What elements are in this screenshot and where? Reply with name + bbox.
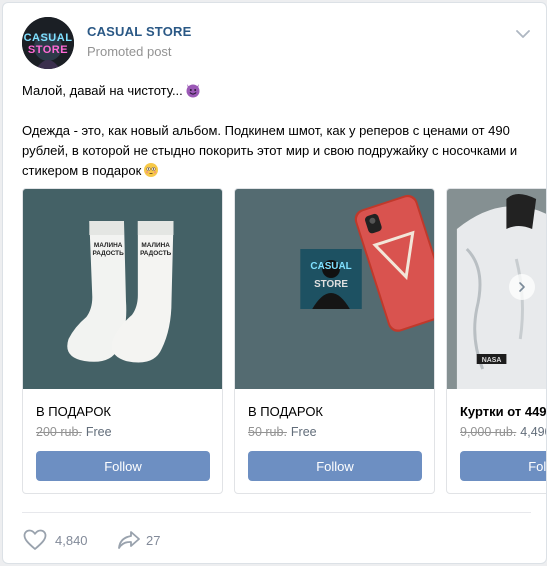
- product-card[interactable]: NASA Куртки от 4490 9,000 rub.4,490 Foll…: [446, 188, 546, 494]
- product-card[interactable]: МАЛИНА РАДОСТЬ МАЛИНА РАДОСТЬ В ПОДАРОК …: [22, 188, 223, 494]
- sticker-phone-photo[interactable]: CASUAL STORE: [235, 189, 434, 389]
- current-price: Free: [290, 425, 317, 439]
- post-text: Малой, давай на чистоту... Одежда - это,…: [22, 81, 537, 181]
- smiling-devil-emoji: [186, 84, 200, 98]
- svg-text:РАДОСТЬ: РАДОСТЬ: [93, 250, 125, 257]
- promoted-post-card: CASUAL STORE CASUAL STORE Promoted post …: [2, 2, 547, 564]
- white-socks-photo[interactable]: МАЛИНА РАДОСТЬ МАЛИНА РАДОСТЬ: [23, 189, 222, 389]
- svg-text:МАЛИНА: МАЛИНА: [94, 242, 123, 249]
- chevron-right-icon: [519, 282, 525, 292]
- heart-icon[interactable]: [23, 529, 47, 551]
- flushed-face-emoji: [144, 163, 159, 177]
- card-title[interactable]: Куртки от 4490: [460, 404, 546, 419]
- product-card[interactable]: CASUAL STORE В ПОДАРОК 50 rub. Free Follo…: [234, 188, 435, 494]
- card-title[interactable]: В ПОДАРОК: [248, 404, 323, 419]
- like-count[interactable]: 4,840: [55, 533, 88, 548]
- follow-button[interactable]: Follow: [36, 451, 210, 481]
- chevron-down-icon[interactable]: [516, 29, 530, 39]
- card-title[interactable]: В ПОДАРОК: [36, 404, 111, 419]
- footer-divider: [22, 512, 531, 513]
- svg-text:МАЛИНА: МАЛИНА: [141, 242, 170, 249]
- store-avatar[interactable]: CASUAL STORE: [22, 17, 74, 69]
- svg-text:STORE: STORE: [28, 44, 68, 56]
- carousel-next-button[interactable]: [509, 274, 535, 300]
- card-price: 50 rub. Free: [248, 425, 317, 439]
- follow-button[interactable]: Follow: [460, 451, 546, 481]
- current-price: Free: [85, 425, 112, 439]
- current-price: 4,490: [520, 425, 546, 439]
- card-price: 9,000 rub.4,490: [460, 425, 546, 439]
- promoted-label: Promoted post: [87, 44, 172, 59]
- store-name-link[interactable]: CASUAL STORE: [87, 24, 192, 39]
- share-icon[interactable]: [117, 529, 141, 551]
- sticker-logo-text: CASUAL: [310, 261, 351, 272]
- share-count[interactable]: 27: [146, 533, 160, 548]
- post-text-line-1: Малой, давай на чистоту...: [22, 83, 183, 98]
- svg-text:STORE: STORE: [314, 279, 348, 290]
- old-price: 200 rub.: [36, 425, 82, 439]
- post-text-body: Одежда - это, как новый альбом. Подкинем…: [22, 123, 518, 178]
- card-price: 200 rub. Free: [36, 425, 112, 439]
- product-carousel[interactable]: МАЛИНА РАДОСТЬ МАЛИНА РАДОСТЬ В ПОДАРОК …: [22, 188, 546, 496]
- svg-text:NASA: NASA: [482, 357, 502, 364]
- follow-button[interactable]: Follow: [248, 451, 422, 481]
- avatar-logo-text: CASUAL: [24, 32, 73, 44]
- old-price: 9,000 rub.: [460, 425, 517, 439]
- svg-text:РАДОСТЬ: РАДОСТЬ: [140, 250, 172, 257]
- old-price: 50 rub.: [248, 425, 287, 439]
